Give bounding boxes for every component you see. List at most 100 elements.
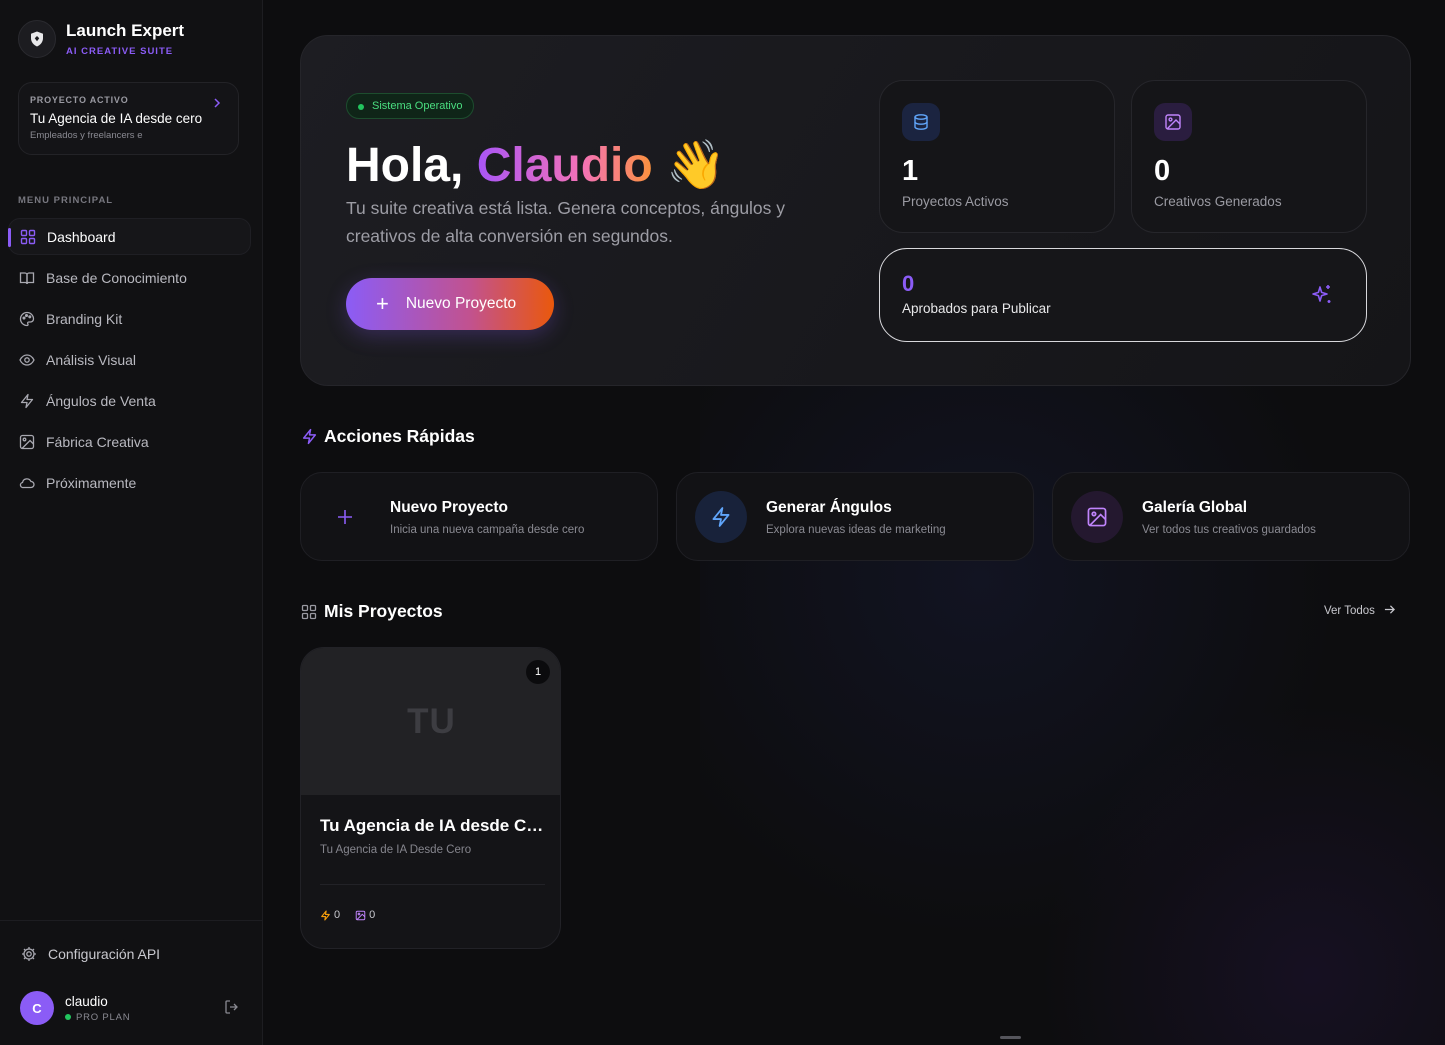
view-all-label: Ver Todos bbox=[1324, 605, 1375, 617]
divider bbox=[320, 884, 545, 885]
angles-count: 0 bbox=[334, 909, 341, 921]
quick-action-desc: Ver todos tus creativos guardados bbox=[1142, 524, 1316, 536]
project-card[interactable]: TU 1 Tu Agencia de IA desde Cero Tu Agen… bbox=[300, 647, 561, 949]
sidebar-item-creative-factory[interactable]: Fábrica Creativa bbox=[8, 423, 251, 460]
quick-actions-title: Acciones Rápidas bbox=[324, 426, 475, 446]
view-all-link[interactable]: Ver Todos bbox=[1324, 604, 1395, 618]
approved-count: 0 bbox=[902, 271, 915, 296]
quick-action-title: Nuevo Proyecto bbox=[390, 499, 509, 516]
active-project-card[interactable]: PROYECTO ACTIVO Tu Agencia de IA desde c… bbox=[18, 82, 239, 155]
active-project-label: PROYECTO ACTIVO bbox=[30, 95, 129, 105]
quick-action-generate-angles[interactable]: Generar Ángulos Explora nuevas ideas de … bbox=[676, 472, 1034, 561]
sidebar-item-label: Análisis Visual bbox=[46, 351, 137, 368]
sidebar-item-label: Base de Conocimiento bbox=[46, 269, 187, 286]
quick-action-global-gallery[interactable]: Galería Global Ver todos tus creativos g… bbox=[1052, 472, 1410, 561]
sidebar-item-label: Branding Kit bbox=[46, 310, 123, 327]
shield-logo-icon bbox=[18, 20, 56, 58]
quick-action-title: Galería Global bbox=[1142, 499, 1248, 516]
new-project-button[interactable]: + Nuevo Proyecto bbox=[346, 278, 554, 330]
user-first-name: Claudio bbox=[476, 139, 653, 192]
lightning-icon bbox=[321, 909, 330, 921]
brand[interactable]: Launch Expert AI CREATIVE SUITE bbox=[18, 20, 184, 58]
angles-meta: 0 bbox=[320, 909, 340, 921]
image-icon bbox=[1071, 491, 1123, 543]
new-project-label: Nuevo Proyecto bbox=[405, 295, 517, 312]
chevron-right-icon bbox=[212, 97, 222, 111]
arrow-right-icon bbox=[1384, 604, 1395, 618]
brand-tagline: AI CREATIVE SUITE bbox=[66, 46, 174, 57]
sidebar-item-knowledge-base[interactable]: Base de Conocimiento bbox=[8, 259, 251, 296]
lightning-icon bbox=[300, 428, 318, 446]
cloud-icon bbox=[18, 474, 36, 492]
creatives-count: 0 bbox=[1154, 155, 1171, 187]
main-nav: Dashboard Base de Conocimiento Branding … bbox=[8, 218, 251, 505]
active-project-description: Empleados y freelancers e bbox=[30, 130, 143, 141]
sidebar-footer: Configuración API C claudio PRO PLAN bbox=[0, 920, 263, 1045]
project-count-badge: 1 bbox=[526, 660, 550, 684]
project-meta: 0 0 bbox=[320, 909, 390, 921]
image-icon bbox=[18, 433, 36, 451]
stat-card-approved[interactable]: 0 Aprobados para Publicar bbox=[879, 248, 1367, 342]
grid-icon bbox=[300, 603, 318, 621]
wave-emoji-icon: 👋 bbox=[666, 139, 726, 192]
quick-action-desc: Explora nuevas ideas de marketing bbox=[766, 524, 946, 536]
stat-card-creatives: 0 Creativos Generados bbox=[1131, 80, 1367, 233]
project-thumbnail: TU 1 bbox=[301, 648, 560, 795]
sparkles-icon bbox=[1310, 283, 1334, 312]
sidebar-item-label: Próximamente bbox=[46, 474, 137, 491]
page-title: Hola, Claudio 👋 bbox=[346, 136, 726, 193]
my-projects-heading: Mis Proyectos bbox=[300, 601, 443, 622]
plus-icon bbox=[319, 491, 371, 543]
logout-icon[interactable] bbox=[224, 999, 240, 1020]
sidebar-item-visual-analysis[interactable]: Análisis Visual bbox=[8, 341, 251, 378]
sidebar-item-dashboard[interactable]: Dashboard bbox=[8, 218, 251, 255]
quick-action-desc: Inicia una nueva campaña desde cero bbox=[390, 524, 585, 536]
quick-action-new-project[interactable]: Nuevo Proyecto Inicia una nueva campaña … bbox=[300, 472, 658, 561]
menu-label: MENU PRINCIPAL bbox=[18, 195, 114, 206]
hero-panel: Sistema Operativo Hola, Claudio 👋 Tu sui… bbox=[300, 35, 1411, 386]
scroll-handle[interactable] bbox=[1000, 1036, 1021, 1039]
creatives-count-label: Creativos Generados bbox=[1154, 194, 1282, 209]
quick-actions-heading: Acciones Rápidas bbox=[300, 426, 475, 447]
lightning-icon bbox=[18, 392, 36, 410]
user-plan-label: PRO PLAN bbox=[76, 1011, 131, 1023]
hero-description: Tu suite creativa está lista. Genera con… bbox=[346, 198, 786, 246]
image-icon bbox=[1154, 103, 1192, 141]
dashboard-grid-icon bbox=[19, 228, 37, 246]
greeting: Hola, bbox=[346, 139, 464, 192]
status-badge: Sistema Operativo bbox=[346, 93, 475, 119]
brand-name: Launch Expert bbox=[66, 21, 185, 40]
sidebar-item-label: Fábrica Creativa bbox=[46, 433, 149, 450]
api-settings-button[interactable]: Configuración API bbox=[20, 945, 160, 963]
sidebar-item-label: Dashboard bbox=[47, 228, 116, 245]
palette-icon bbox=[18, 310, 36, 328]
api-settings-label: Configuración API bbox=[48, 946, 161, 962]
creatives-count: 0 bbox=[369, 909, 376, 921]
sidebar-item-branding-kit[interactable]: Branding Kit bbox=[8, 300, 251, 337]
sidebar-item-sales-angles[interactable]: Ángulos de Venta bbox=[8, 382, 251, 419]
book-icon bbox=[18, 269, 36, 287]
my-projects-title: Mis Proyectos bbox=[324, 601, 443, 621]
projects-count-label: Proyectos Activos bbox=[902, 194, 1009, 209]
avatar: C bbox=[20, 991, 54, 1025]
projects-count: 1 bbox=[902, 155, 919, 187]
image-icon bbox=[355, 910, 366, 920]
database-icon bbox=[902, 103, 940, 141]
approved-count-label: Aprobados para Publicar bbox=[902, 301, 1051, 316]
gear-icon bbox=[20, 945, 38, 963]
sidebar: Launch Expert AI CREATIVE SUITE PROYECTO… bbox=[0, 0, 263, 1045]
project-title: Tu Agencia de IA desde Cero bbox=[320, 816, 545, 835]
plus-icon: + bbox=[376, 291, 389, 316]
stat-card-projects: 1 Proyectos Activos bbox=[879, 80, 1115, 233]
user-profile[interactable]: C claudio PRO PLAN bbox=[20, 991, 240, 1025]
lightning-icon bbox=[695, 491, 747, 543]
project-subtitle: Tu Agencia de IA Desde Cero bbox=[320, 844, 472, 856]
creatives-meta: 0 bbox=[355, 909, 375, 921]
eye-icon bbox=[18, 351, 36, 369]
online-dot-icon bbox=[65, 1014, 71, 1020]
active-project-title: Tu Agencia de IA desde cero bbox=[30, 111, 203, 126]
sidebar-item-label: Ángulos de Venta bbox=[46, 392, 156, 409]
user-name: claudio bbox=[65, 993, 108, 1009]
sidebar-item-coming-soon[interactable]: Próximamente bbox=[8, 464, 251, 501]
user-plan: PRO PLAN bbox=[65, 1012, 130, 1023]
